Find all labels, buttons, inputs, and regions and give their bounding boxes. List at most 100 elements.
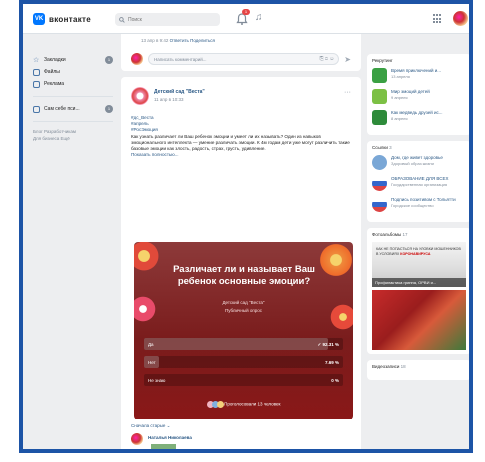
comment-date: 13 апр в 9:42: [141, 38, 169, 43]
item-title: Мир эмоций детей: [391, 89, 430, 94]
footer-link[interactable]: Блог Разработчикам: [33, 128, 113, 135]
divider: [33, 121, 113, 122]
notification-badge: 1: [242, 9, 250, 15]
poll-option[interactable]: Нет 7.69 %: [144, 356, 343, 368]
sidebar-item-bookmarks[interactable]: ☆ Закладки 1: [33, 54, 113, 66]
list-item[interactable]: Как медведь друзей ис... 8 апреля: [372, 110, 466, 125]
vk-logo[interactable]: VK вконтакте: [33, 13, 91, 25]
star-icon: ☆: [33, 56, 40, 64]
item-subtitle: Государственная организация: [391, 181, 448, 187]
avatar[interactable]: [131, 433, 143, 445]
videos-count: 18: [400, 364, 406, 369]
post-header: Детский сад "Веста" 11 апр в 10:33: [131, 87, 205, 105]
post-date[interactable]: 11 апр в 10:33: [154, 97, 205, 102]
album-headline: КАК НЕ ПОПАСТЬСЯ НА УЛОВКИ МОШЕННИКОВ В …: [376, 247, 462, 256]
sidebar-item-community[interactable]: Сам себе пси... 1: [33, 103, 113, 115]
apps-grid-icon[interactable]: [433, 14, 443, 24]
group-name[interactable]: Детский сад "Веста": [154, 89, 205, 95]
videos-block[interactable]: Видеозаписи 18: [367, 360, 469, 380]
thumbnail: [372, 176, 387, 191]
search-icon: [119, 16, 125, 23]
poll-option-label: Не знаю: [148, 377, 166, 383]
links-count: 3: [389, 145, 392, 150]
album-caption: Профилактика гриппа, ОРВИ и...: [372, 278, 466, 287]
item-title: Время приключений и...: [391, 68, 442, 73]
poll-option-percent: 7.69 %: [324, 359, 339, 365]
poll: Различает ли и называет Ваш ребенок осно…: [134, 242, 353, 420]
album-thumbnail[interactable]: КАК НЕ ПОПАСТЬСЯ НА УЛОВКИ МОШЕННИКОВ В …: [372, 242, 466, 287]
count-badge: 1: [105, 105, 113, 113]
albums-count: 17: [402, 232, 408, 237]
item-title: Как медведь друзей ис...: [391, 110, 443, 115]
links-title-text: Ссылки: [372, 145, 388, 150]
list-item[interactable]: Мир эмоций детей 9 апреля: [372, 89, 466, 104]
search-input[interactable]: [128, 16, 208, 23]
vk-logo-icon: VK: [33, 13, 45, 25]
block-title[interactable]: Ссылки 3: [372, 145, 466, 150]
thumbnail: [372, 68, 387, 83]
user-avatar[interactable]: [453, 11, 468, 26]
item-title: Дом, где живет здоровье: [391, 155, 443, 160]
file-icon: [33, 68, 40, 76]
thumbnail: [372, 110, 387, 125]
album-thumbnail[interactable]: [372, 290, 466, 350]
poll-option[interactable]: Не знаю 0 %: [144, 374, 343, 386]
comment-image[interactable]: [151, 444, 176, 449]
list-item[interactable]: Подпись позитивом с Тольятти Городское со…: [372, 197, 466, 212]
item-title: Подпись позитивом с Тольятти: [391, 197, 456, 202]
poll-voters[interactable]: Проголосовали 13 человек: [134, 401, 353, 408]
poll-source: Детский сад "Веста": [222, 300, 265, 305]
poll-option-percent-value: 92.31 %: [322, 341, 339, 347]
sidebar-item-ads[interactable]: Реклама: [33, 78, 113, 90]
poll-option[interactable]: Да ✓ 92.31 %: [144, 338, 343, 350]
list-item[interactable]: Дом, где живет здоровье Здоровый образ жи…: [372, 155, 466, 170]
photo-albums-block: Фотоальбомы 17 КАК НЕ ПОПАСТЬСЯ НА УЛОВК…: [367, 228, 469, 354]
group-icon: [33, 105, 40, 113]
albums-title-text: Фотоальбомы: [372, 232, 402, 237]
block-title[interactable]: Фотоальбомы 17: [372, 232, 466, 237]
share-link[interactable]: Поделиться: [190, 38, 215, 43]
sidebar-item-label: Закладки: [44, 57, 66, 63]
item-title: ОБРАЗОВАНИЕ ДЛЯ ВСЕХ: [391, 176, 449, 181]
block-title[interactable]: Рекрутинг: [372, 58, 466, 63]
top-bar: VK вконтакте 1 ♫: [23, 4, 469, 34]
sidebar-item-label: Реклама: [44, 81, 65, 87]
comments-sort[interactable]: Сначала старые ⌄: [131, 423, 170, 429]
group-avatar[interactable]: [131, 87, 149, 105]
post-body: Как узнать различает ли Ваш ребенок эмоц…: [131, 133, 350, 152]
sidebar-item-label: Сам себе пси...: [44, 106, 80, 112]
poll-option-percent: 0 %: [331, 377, 339, 383]
thumbnail: [372, 89, 387, 104]
item-date: 13 апреля: [391, 73, 410, 79]
search-box[interactable]: [115, 13, 220, 26]
footer-link[interactable]: Для бизнеса Ещё: [33, 135, 113, 142]
poll-option-percent: ✓ 92.31 %: [317, 342, 339, 348]
music-icon[interactable]: ♫: [255, 12, 263, 23]
app-window: VK вконтакте 1 ♫ ☆ Закладки 1 Файлы Рекл…: [19, 0, 473, 453]
comment-meta: 13 апр в 9:42 Ответить Поделиться: [141, 38, 215, 43]
more-options-icon[interactable]: ···: [344, 89, 351, 96]
recommendations-block: Рекрутинг Время приключений и... 13 апрел…: [367, 54, 469, 135]
show-more-link[interactable]: Показать полностью...: [131, 152, 179, 157]
poll-option-fill: [144, 338, 328, 350]
comment-input[interactable]: Написать комментарий... ⎘ ◻ ☺: [148, 53, 340, 65]
avatar: [131, 53, 143, 65]
send-icon[interactable]: ➤: [344, 55, 351, 64]
reply-link[interactable]: Ответить: [170, 38, 189, 43]
attach-icon[interactable]: ⎘ ◻ ☺: [320, 56, 335, 62]
chevron-down-icon: ⌄: [166, 423, 171, 428]
list-item[interactable]: Время приключений и... 13 апреля: [372, 68, 466, 83]
links-block: Ссылки 3 Дом, где живет здоровье Здоровый…: [367, 141, 469, 222]
comment-card: 13 апр в 9:42 Ответить Поделиться Написа…: [121, 34, 361, 71]
news-feed: 13 апр в 9:42 Ответить Поделиться Написа…: [121, 34, 361, 449]
poll-type: Публичный опрос: [224, 308, 263, 313]
item-subtitle: Здоровый образ жизни: [391, 160, 434, 166]
album-headline-highlight: КОРОНАВИРУСА: [400, 251, 431, 256]
divider: [33, 96, 113, 97]
comment-placeholder: Написать комментарий...: [154, 56, 207, 62]
megaphone-icon: [33, 80, 40, 88]
sidebar-item-files[interactable]: Файлы: [33, 66, 113, 78]
comments-section: Сначала старые ⌄ Наталья Николаева: [121, 419, 361, 449]
flower-decoration: [326, 300, 353, 334]
list-item[interactable]: ОБРАЗОВАНИЕ ДЛЯ ВСЕХ Государственная орга…: [372, 176, 466, 191]
